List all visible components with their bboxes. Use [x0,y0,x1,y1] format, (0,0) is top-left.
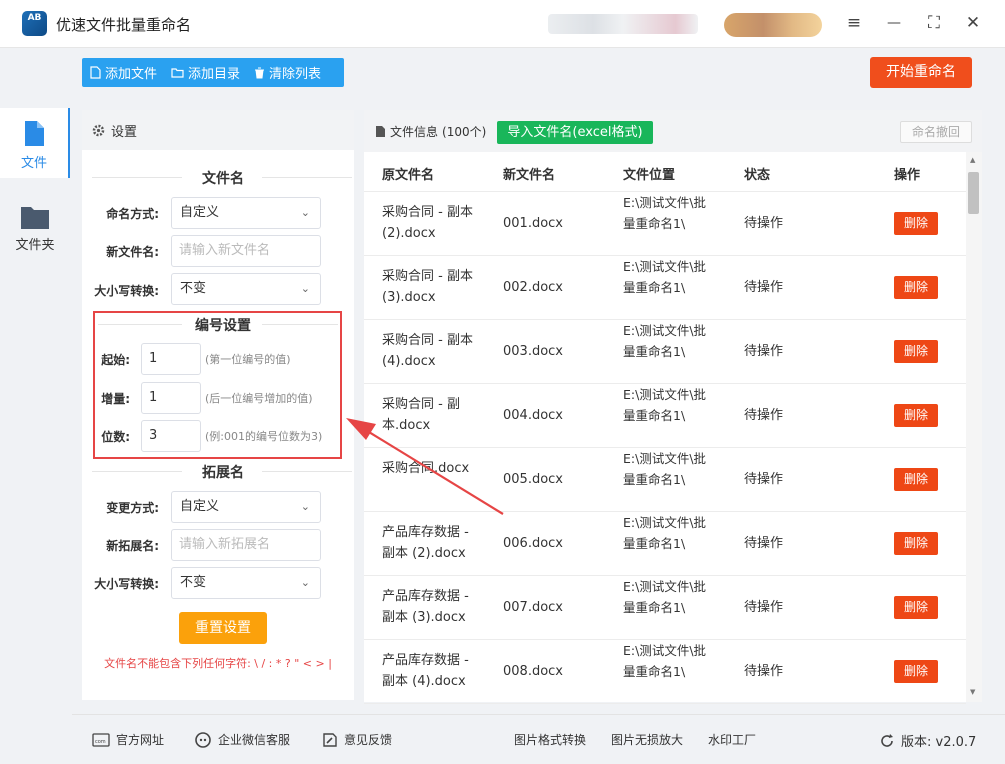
version-label: 版本: v2.0.7 [901,735,977,750]
feedback-link[interactable]: 意见反馈 [322,731,392,748]
svg-text:com: com [95,739,106,745]
chat-icon [195,731,211,748]
annotation-arrow [346,418,504,515]
lossless-enlarge-link[interactable]: 图片无损放大 [611,731,683,748]
wechat-support-link[interactable]: 企业微信客服 [194,731,290,748]
wechat-support-label: 企业微信客服 [218,733,291,747]
version-info: 版本: v2.0.7 [879,731,976,750]
refresh-icon [881,733,893,747]
feedback-label: 意见反馈 [344,733,393,747]
website-icon: com [92,732,110,747]
feedback-icon [323,732,337,747]
watermark-link[interactable]: 水印工厂 [708,731,756,748]
official-site-link[interactable]: com 官方网址 [92,731,164,748]
footer-bar: com 官方网址 企业微信客服 意见反馈 图片格式转换 图片无损放大 水印工厂 … [72,714,1005,764]
format-convert-link[interactable]: 图片格式转换 [514,731,586,748]
official-site-label: 官方网址 [116,733,165,747]
